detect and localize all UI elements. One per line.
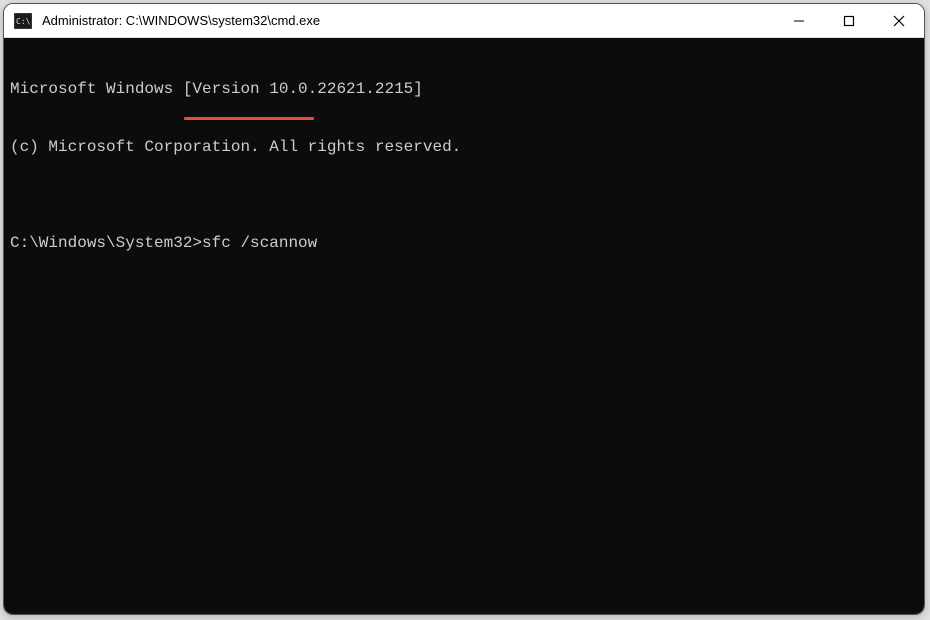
close-icon — [893, 15, 905, 27]
maximize-button[interactable] — [824, 4, 874, 37]
cmd-icon: C:\ — [14, 13, 32, 29]
maximize-icon — [843, 15, 855, 27]
svg-text:C:\: C:\ — [16, 17, 31, 26]
copyright-line: (c) Microsoft Corporation. All rights re… — [10, 138, 918, 157]
minimize-button[interactable] — [774, 4, 824, 37]
cmd-window: C:\ Administrator: C:\WINDOWS\system32\c… — [3, 3, 925, 615]
minimize-icon — [793, 15, 805, 27]
terminal-output[interactable]: Microsoft Windows [Version 10.0.22621.22… — [4, 38, 924, 614]
prompt: C:\Windows\System32> — [10, 234, 202, 253]
version-line: Microsoft Windows [Version 10.0.22621.22… — [10, 80, 918, 99]
titlebar[interactable]: C:\ Administrator: C:\WINDOWS\system32\c… — [4, 4, 924, 38]
close-button[interactable] — [874, 4, 924, 37]
prompt-line: C:\Windows\System32>sfc /scannow — [10, 234, 918, 253]
underline-annotation — [184, 117, 314, 120]
command-input[interactable]: sfc /scannow — [202, 234, 317, 253]
window-controls — [774, 4, 924, 37]
window-title: Administrator: C:\WINDOWS\system32\cmd.e… — [42, 13, 774, 28]
